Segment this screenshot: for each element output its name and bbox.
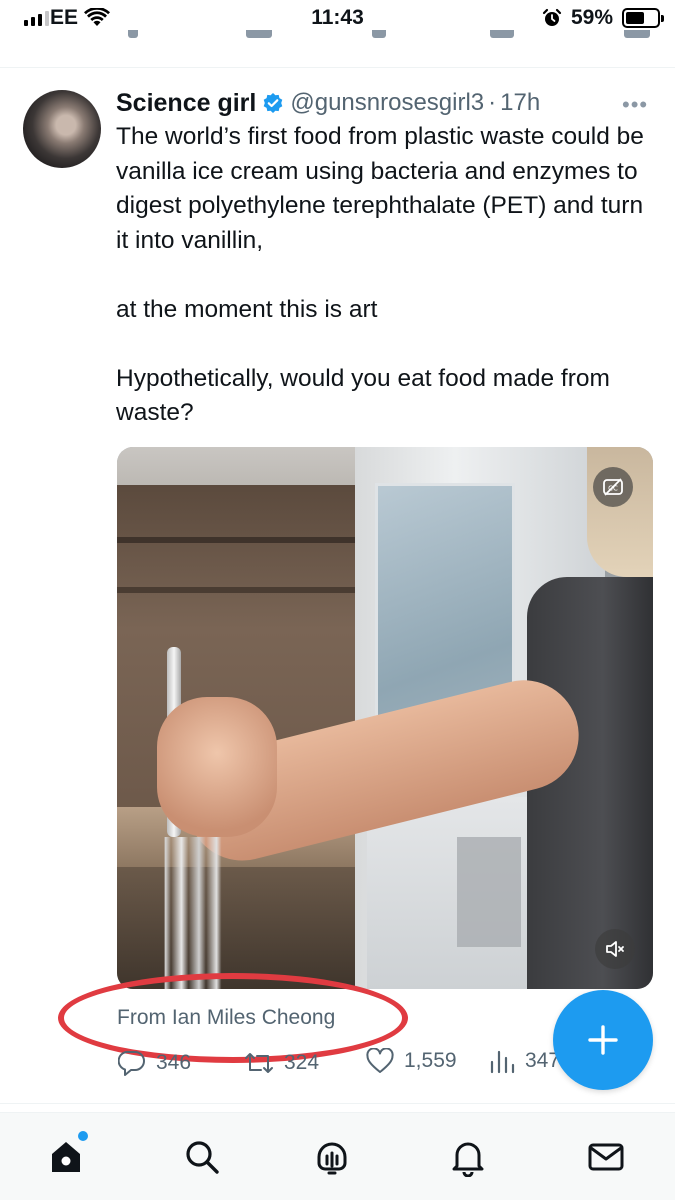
timestamp[interactable]: 17h: [500, 89, 540, 117]
divider: [0, 67, 675, 68]
search-icon: [186, 1141, 219, 1174]
retweet-count: 324: [284, 1051, 320, 1074]
nav-notifications[interactable]: [446, 1135, 490, 1179]
spaces-icon: [317, 1142, 347, 1175]
mail-icon: [588, 1143, 624, 1171]
video-shelf: [117, 587, 357, 593]
bell-icon: [452, 1142, 484, 1177]
nav-messages[interactable]: [584, 1135, 628, 1179]
reply-action[interactable]: 346: [118, 1050, 191, 1076]
red-highlight-circle: [58, 973, 408, 1063]
retweet-icon: [245, 1053, 273, 1073]
captions-off-icon[interactable]: CC: [593, 467, 633, 507]
video-fridge-label: [457, 837, 521, 947]
video-player[interactable]: CC: [117, 447, 653, 989]
separator: ·: [488, 89, 497, 116]
video-whisk-head: [157, 837, 227, 989]
like-action[interactable]: 1,559: [366, 1048, 457, 1074]
handle[interactable]: @gunsnrosesgirl3: [290, 89, 484, 117]
tweet-text: The world’s first food from plastic wast…: [116, 123, 644, 426]
avatar[interactable]: [23, 90, 101, 168]
previous-tweet-actions: [0, 30, 675, 44]
nav-home[interactable]: [44, 1131, 88, 1179]
like-count: 1,559: [404, 1049, 457, 1072]
verified-badge-icon[interactable]: [262, 92, 284, 114]
battery-icon: [622, 8, 664, 28]
reply-count: 346: [156, 1051, 192, 1074]
divider: [0, 1103, 675, 1104]
retweet-action[interactable]: 324: [244, 1050, 319, 1076]
display-name[interactable]: Science girl: [116, 89, 256, 118]
video-person-hand: [157, 697, 277, 837]
nav-search[interactable]: [180, 1135, 224, 1179]
video-person-hair: [587, 447, 653, 577]
battery-percentage: 59%: [571, 6, 614, 29]
video-counter-base: [117, 867, 377, 989]
muted-speaker-icon[interactable]: [595, 929, 635, 969]
plus-icon: [588, 1025, 618, 1055]
reply-icon: [118, 1050, 145, 1076]
notification-dot: [78, 1131, 88, 1141]
nav-spaces[interactable]: [310, 1135, 354, 1179]
views-action[interactable]: 347: [489, 1048, 560, 1074]
home-icon: [52, 1142, 80, 1172]
tweet-header: Science girl @gunsnrosesgirl3 · 17h: [116, 86, 540, 120]
heart-icon: [366, 1048, 394, 1073]
bottom-navigation: [0, 1112, 675, 1200]
more-options-icon[interactable]: •••: [622, 92, 648, 118]
compose-button[interactable]: [553, 990, 653, 1090]
views-chart-icon: [490, 1050, 515, 1074]
video-shelf: [117, 537, 357, 543]
